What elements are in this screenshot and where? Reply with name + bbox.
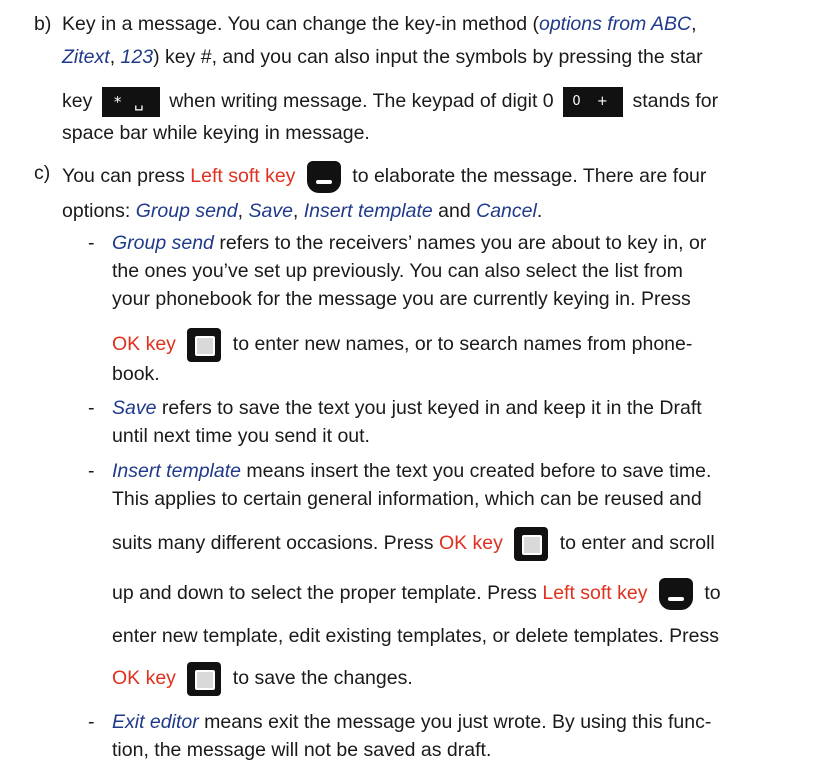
ok-key-label: OK key: [438, 532, 503, 555]
star-key-icon: * ␣: [101, 87, 160, 117]
sub-insert-dash: -: [88, 460, 95, 482]
ok-key-icon: [187, 662, 222, 696]
sub-save-dash: -: [88, 397, 95, 419]
item-b-marker: b): [34, 13, 52, 35]
manual-page: { "item_b": { "marker": "b)", "l1_pre": …: [0, 0, 822, 772]
sub-group-dash: -: [88, 232, 95, 254]
sub-insert-line-4: up and down to select the proper templat…: [112, 578, 721, 610]
sub-exit-line-2: tion, the message will not be saved as d…: [112, 739, 492, 761]
ok-key-icon: [187, 328, 222, 362]
sub-insert-line-6: OK key to save the changes.: [112, 662, 413, 696]
left-soft-key-icon: [658, 578, 693, 610]
ok-key-icon: [514, 527, 549, 561]
left-soft-key-label: Left soft key: [190, 165, 296, 188]
option-zitext: Zitext: [62, 46, 110, 68]
sub-exit-dash: -: [88, 711, 95, 733]
item-b-line-2: Zitext, 123) key #, and you can also inp…: [62, 46, 703, 68]
ok-key-label: OK key: [112, 667, 176, 690]
option-123: 123: [120, 46, 154, 68]
item-c-line-1: You can press Left soft key to elaborate…: [62, 161, 706, 193]
option-abc: options from ABC: [538, 13, 692, 35]
item-b-line-4: space bar while keying in message.: [62, 122, 370, 144]
ok-key-label: OK key: [112, 333, 176, 356]
zero-key-icon: 0 +: [563, 87, 624, 117]
sub-insert-line-2: This applies to certain general informat…: [112, 488, 702, 510]
item-c-line-2: options: Group send, Save, Insert templa…: [62, 200, 543, 222]
sub-group-line-3: your phonebook for the message you are c…: [112, 288, 691, 310]
item-b-line-3: key * ␣ when writing message. The keypad…: [62, 87, 718, 117]
sub-group-line-2: the ones you’ve set up previously. You c…: [112, 260, 683, 282]
sub-save-line-1: Save refers to save the text you just ke…: [112, 397, 702, 419]
sub-insert-line-1: Insert template means insert the text yo…: [112, 460, 712, 482]
sub-insert-line-3: suits many different occasions. Press OK…: [112, 527, 715, 561]
sub-group-line-5: book.: [112, 363, 160, 385]
sub-group-line-4: OK key to enter new names, or to search …: [112, 328, 692, 362]
sub-exit-line-1: Exit editor means exit the message you j…: [112, 711, 712, 733]
sub-save-line-2: until next time you send it out.: [112, 425, 370, 447]
sub-insert-line-5: enter new template, edit existing templa…: [112, 625, 719, 647]
item-b-line-1: Key in a message. You can change the key…: [62, 13, 697, 35]
left-soft-key-icon: [306, 161, 341, 193]
item-c-marker: c): [34, 162, 51, 184]
left-soft-key-label: Left soft key: [542, 582, 648, 605]
sub-group-line-1: Group send refers to the receivers’ name…: [112, 232, 707, 254]
